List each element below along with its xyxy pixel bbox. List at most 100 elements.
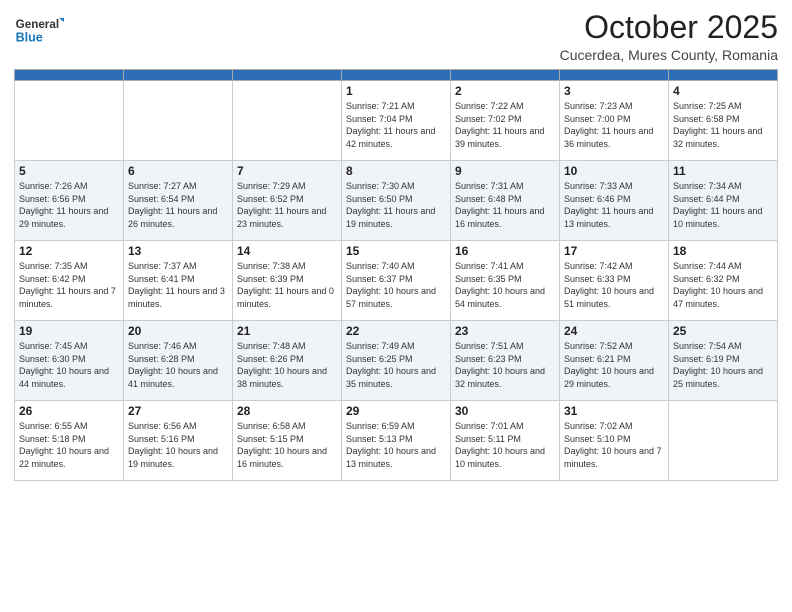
- day-detail: Sunrise: 7:01 AMSunset: 5:11 PMDaylight:…: [455, 420, 555, 470]
- main-title: October 2025: [560, 10, 778, 45]
- day-detail: Sunrise: 7:41 AMSunset: 6:35 PMDaylight:…: [455, 260, 555, 310]
- day-number: 26: [19, 404, 119, 418]
- day-number: 30: [455, 404, 555, 418]
- day-cell: 24 Sunrise: 7:52 AMSunset: 6:21 PMDaylig…: [560, 321, 669, 401]
- day-detail: Sunrise: 7:37 AMSunset: 6:41 PMDaylight:…: [128, 260, 228, 310]
- day-cell: [669, 401, 778, 481]
- day-cell: 23 Sunrise: 7:51 AMSunset: 6:23 PMDaylig…: [451, 321, 560, 401]
- day-detail: Sunrise: 7:42 AMSunset: 6:33 PMDaylight:…: [564, 260, 664, 310]
- day-cell: 25 Sunrise: 7:54 AMSunset: 6:19 PMDaylig…: [669, 321, 778, 401]
- day-cell: 2 Sunrise: 7:22 AMSunset: 7:02 PMDayligh…: [451, 81, 560, 161]
- day-cell: 9 Sunrise: 7:31 AMSunset: 6:48 PMDayligh…: [451, 161, 560, 241]
- day-cell: 17 Sunrise: 7:42 AMSunset: 6:33 PMDaylig…: [560, 241, 669, 321]
- day-detail: Sunrise: 7:27 AMSunset: 6:54 PMDaylight:…: [128, 180, 228, 230]
- day-cell: 6 Sunrise: 7:27 AMSunset: 6:54 PMDayligh…: [124, 161, 233, 241]
- day-cell: 22 Sunrise: 7:49 AMSunset: 6:25 PMDaylig…: [342, 321, 451, 401]
- day-cell: [233, 81, 342, 161]
- day-cell: 31 Sunrise: 7:02 AMSunset: 5:10 PMDaylig…: [560, 401, 669, 481]
- day-cell: [124, 81, 233, 161]
- day-number: 15: [346, 244, 446, 258]
- day-number: 9: [455, 164, 555, 178]
- day-cell: 18 Sunrise: 7:44 AMSunset: 6:32 PMDaylig…: [669, 241, 778, 321]
- day-detail: Sunrise: 6:55 AMSunset: 5:18 PMDaylight:…: [19, 420, 119, 470]
- day-number: 19: [19, 324, 119, 338]
- logo-svg: General Blue: [14, 10, 64, 48]
- svg-text:Blue: Blue: [16, 31, 43, 45]
- col-tuesday: [233, 70, 342, 81]
- day-cell: 7 Sunrise: 7:29 AMSunset: 6:52 PMDayligh…: [233, 161, 342, 241]
- day-number: 5: [19, 164, 119, 178]
- day-number: 21: [237, 324, 337, 338]
- day-cell: 15 Sunrise: 7:40 AMSunset: 6:37 PMDaylig…: [342, 241, 451, 321]
- day-detail: Sunrise: 7:30 AMSunset: 6:50 PMDaylight:…: [346, 180, 446, 230]
- day-cell: 29 Sunrise: 6:59 AMSunset: 5:13 PMDaylig…: [342, 401, 451, 481]
- day-cell: 4 Sunrise: 7:25 AMSunset: 6:58 PMDayligh…: [669, 81, 778, 161]
- title-block: October 2025 Cucerdea, Mures County, Rom…: [560, 10, 778, 63]
- day-cell: 10 Sunrise: 7:33 AMSunset: 6:46 PMDaylig…: [560, 161, 669, 241]
- header-row: [15, 70, 778, 81]
- day-cell: 28 Sunrise: 6:58 AMSunset: 5:15 PMDaylig…: [233, 401, 342, 481]
- day-cell: [15, 81, 124, 161]
- week-row-2: 12 Sunrise: 7:35 AMSunset: 6:42 PMDaylig…: [15, 241, 778, 321]
- subtitle: Cucerdea, Mures County, Romania: [560, 47, 778, 63]
- day-number: 28: [237, 404, 337, 418]
- day-cell: 11 Sunrise: 7:34 AMSunset: 6:44 PMDaylig…: [669, 161, 778, 241]
- day-cell: 30 Sunrise: 7:01 AMSunset: 5:11 PMDaylig…: [451, 401, 560, 481]
- day-number: 13: [128, 244, 228, 258]
- day-number: 24: [564, 324, 664, 338]
- day-detail: Sunrise: 7:33 AMSunset: 6:46 PMDaylight:…: [564, 180, 664, 230]
- day-number: 29: [346, 404, 446, 418]
- day-number: 25: [673, 324, 773, 338]
- day-detail: Sunrise: 7:21 AMSunset: 7:04 PMDaylight:…: [346, 100, 446, 150]
- day-detail: Sunrise: 7:54 AMSunset: 6:19 PMDaylight:…: [673, 340, 773, 390]
- day-number: 10: [564, 164, 664, 178]
- day-detail: Sunrise: 7:25 AMSunset: 6:58 PMDaylight:…: [673, 100, 773, 150]
- col-thursday: [451, 70, 560, 81]
- day-number: 14: [237, 244, 337, 258]
- day-number: 1: [346, 84, 446, 98]
- day-detail: Sunrise: 7:48 AMSunset: 6:26 PMDaylight:…: [237, 340, 337, 390]
- day-number: 4: [673, 84, 773, 98]
- day-detail: Sunrise: 7:02 AMSunset: 5:10 PMDaylight:…: [564, 420, 664, 470]
- day-detail: Sunrise: 7:22 AMSunset: 7:02 PMDaylight:…: [455, 100, 555, 150]
- day-cell: 3 Sunrise: 7:23 AMSunset: 7:00 PMDayligh…: [560, 81, 669, 161]
- day-detail: Sunrise: 7:35 AMSunset: 6:42 PMDaylight:…: [19, 260, 119, 310]
- day-detail: Sunrise: 7:44 AMSunset: 6:32 PMDaylight:…: [673, 260, 773, 310]
- logo: General Blue: [14, 10, 64, 48]
- day-cell: 12 Sunrise: 7:35 AMSunset: 6:42 PMDaylig…: [15, 241, 124, 321]
- day-cell: 1 Sunrise: 7:21 AMSunset: 7:04 PMDayligh…: [342, 81, 451, 161]
- week-row-1: 5 Sunrise: 7:26 AMSunset: 6:56 PMDayligh…: [15, 161, 778, 241]
- day-cell: 13 Sunrise: 7:37 AMSunset: 6:41 PMDaylig…: [124, 241, 233, 321]
- day-number: 23: [455, 324, 555, 338]
- day-number: 6: [128, 164, 228, 178]
- day-number: 7: [237, 164, 337, 178]
- day-number: 8: [346, 164, 446, 178]
- svg-text:General: General: [16, 18, 59, 31]
- col-monday: [124, 70, 233, 81]
- day-detail: Sunrise: 7:31 AMSunset: 6:48 PMDaylight:…: [455, 180, 555, 230]
- page: General Blue October 2025 Cucerdea, Mure…: [0, 0, 792, 612]
- day-detail: Sunrise: 7:46 AMSunset: 6:28 PMDaylight:…: [128, 340, 228, 390]
- day-number: 16: [455, 244, 555, 258]
- day-number: 12: [19, 244, 119, 258]
- day-number: 20: [128, 324, 228, 338]
- day-number: 22: [346, 324, 446, 338]
- day-detail: Sunrise: 7:34 AMSunset: 6:44 PMDaylight:…: [673, 180, 773, 230]
- day-detail: Sunrise: 6:59 AMSunset: 5:13 PMDaylight:…: [346, 420, 446, 470]
- day-cell: 27 Sunrise: 6:56 AMSunset: 5:16 PMDaylig…: [124, 401, 233, 481]
- day-number: 31: [564, 404, 664, 418]
- day-cell: 14 Sunrise: 7:38 AMSunset: 6:39 PMDaylig…: [233, 241, 342, 321]
- day-detail: Sunrise: 6:58 AMSunset: 5:15 PMDaylight:…: [237, 420, 337, 470]
- week-row-4: 26 Sunrise: 6:55 AMSunset: 5:18 PMDaylig…: [15, 401, 778, 481]
- day-detail: Sunrise: 6:56 AMSunset: 5:16 PMDaylight:…: [128, 420, 228, 470]
- calendar-table: 1 Sunrise: 7:21 AMSunset: 7:04 PMDayligh…: [14, 69, 778, 481]
- day-cell: 19 Sunrise: 7:45 AMSunset: 6:30 PMDaylig…: [15, 321, 124, 401]
- day-cell: 16 Sunrise: 7:41 AMSunset: 6:35 PMDaylig…: [451, 241, 560, 321]
- col-sunday: [15, 70, 124, 81]
- day-number: 11: [673, 164, 773, 178]
- day-detail: Sunrise: 7:26 AMSunset: 6:56 PMDaylight:…: [19, 180, 119, 230]
- day-detail: Sunrise: 7:52 AMSunset: 6:21 PMDaylight:…: [564, 340, 664, 390]
- day-number: 17: [564, 244, 664, 258]
- week-row-0: 1 Sunrise: 7:21 AMSunset: 7:04 PMDayligh…: [15, 81, 778, 161]
- day-number: 3: [564, 84, 664, 98]
